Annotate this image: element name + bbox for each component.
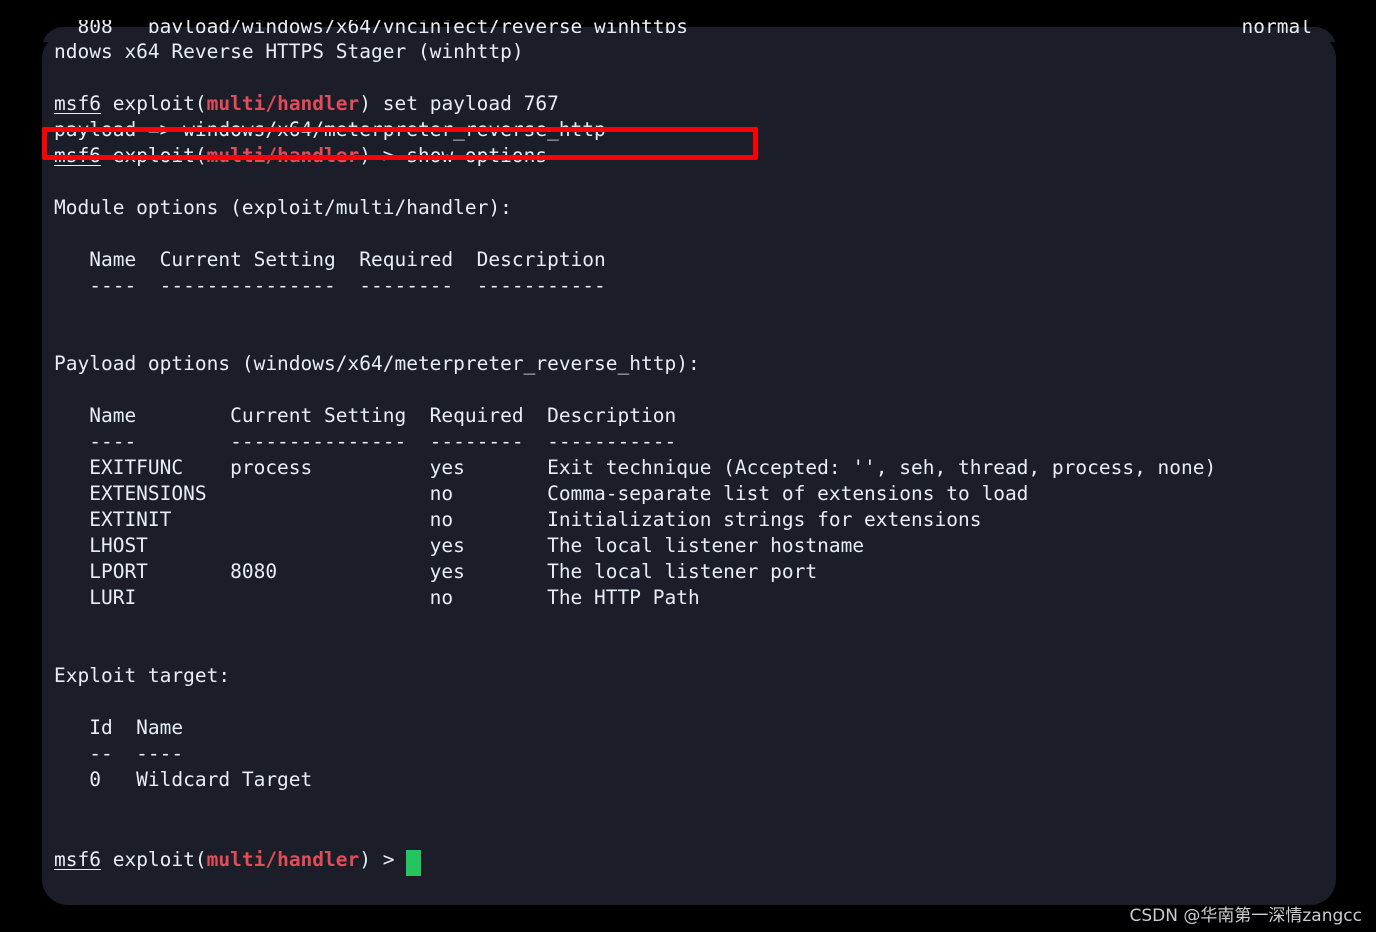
terminal-line: EXITFUNC process yes Exit technique (Acc… [54,456,1217,479]
prompt-module-name: multi/handler [206,848,360,871]
terminal-line: Module options (exploit/multi/handler): [54,196,512,219]
terminal-line: LHOST yes The local listener hostname [54,534,865,557]
prompt-module-name: multi/handler [206,144,360,167]
terminal-line: Id Name [54,716,184,739]
terminal-line: ndows x64 Reverse HTTPS Stager (winhttp) [54,40,524,63]
prompt-command-text: ) > [359,848,407,871]
terminal-line: Payload options (windows/x64/meterpreter… [54,352,700,375]
screenshot-root: 808 payload/windows/x64/vncinject/revers… [0,0,1376,932]
prompt-context-open: exploit( [100,144,207,167]
csdn-watermark: CSDN @华南第一深情zangcc [1129,906,1362,926]
prompt-command-text: ) > show options [359,144,548,167]
terminal-line: msf6 exploit(multi/handler) > show optio… [54,143,547,169]
terminal-line: LURI no The HTTP Path [54,586,700,609]
prompt-module-name: multi/handler [206,92,360,115]
terminal-line: msf6 exploit(multi/handler) > [54,845,422,876]
prompt-context-open: exploit( [100,92,207,115]
terminal-line: Name Current Setting Required Descriptio… [54,404,677,427]
terminal-window[interactable]: ndows x64 Reverse HTTPS Stager (winhttp)… [42,33,1336,905]
prompt-shell-name: msf6 [54,848,101,871]
terminal-line: Exploit target: [54,664,231,687]
terminal-line: Name Current Setting Required Descriptio… [54,248,606,271]
terminal-line: msf6 exploit(multi/handler) set payload … [54,91,559,117]
terminal-line: EXTINIT no Initialization strings for ex… [54,508,982,531]
terminal-cursor[interactable] [406,850,422,876]
terminal-line: ---- --------------- -------- ----------… [54,274,606,297]
terminal-output-area[interactable]: ndows x64 Reverse HTTPS Stager (winhttp)… [42,33,1336,905]
terminal-line: ---- --------------- -------- ----------… [54,430,677,453]
terminal-line: -- ---- [54,742,184,765]
prompt-context-open: exploit( [100,848,207,871]
terminal-line: 0 Wildcard Target [54,768,313,791]
prompt-shell-name: msf6 [54,144,101,167]
terminal-line: EXTENSIONS no Comma-separate list of ext… [54,482,1029,505]
terminal-line: LPORT 8080 yes The local listener port [54,560,818,583]
prompt-shell-name: msf6 [54,92,101,115]
prompt-command-text: ) set payload 767 [359,92,559,115]
terminal-line: payload => windows/x64/meterpreter_rever… [54,118,606,141]
